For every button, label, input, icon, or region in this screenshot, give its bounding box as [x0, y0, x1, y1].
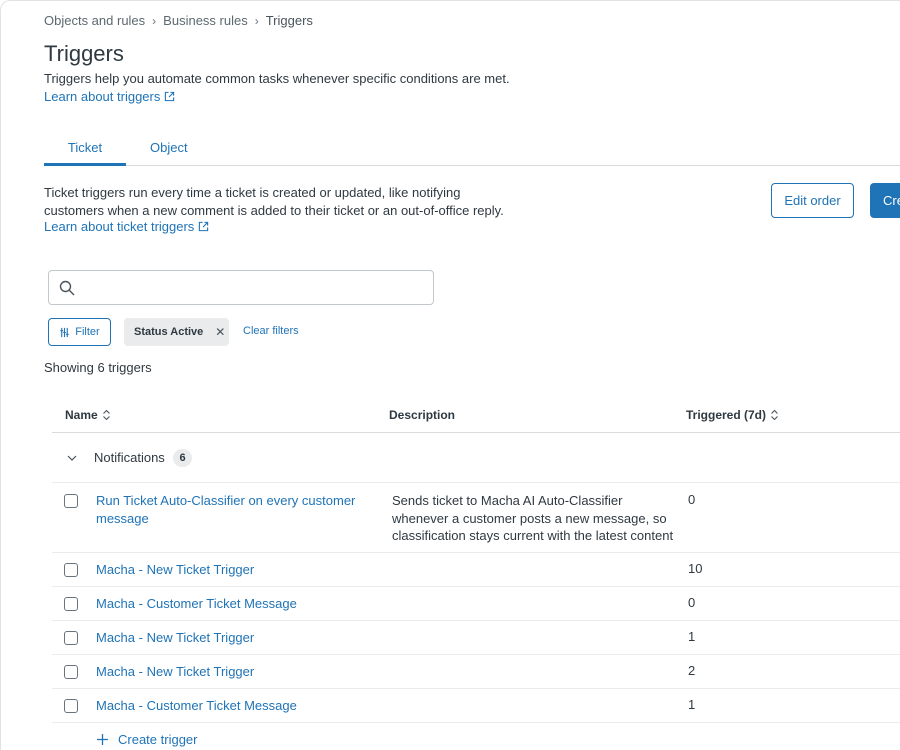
breadcrumb-current: Triggers [265, 13, 313, 28]
page-frame: Objects and rules › Business rules › Tri… [0, 0, 900, 750]
breadcrumb-business-rules[interactable]: Business rules [163, 13, 248, 28]
clear-filters-link[interactable]: Clear filters [243, 325, 299, 337]
ticket-triggers-description: Ticket triggers run every time a ticket … [44, 185, 504, 218]
triggered-count: 1 [688, 629, 696, 644]
sliders-icon [60, 327, 69, 337]
column-description-label: Description [389, 408, 456, 422]
filter-label: Filter [75, 326, 100, 338]
triggered-count: 10 [688, 561, 703, 576]
external-link-icon [165, 91, 175, 102]
column-header-name[interactable]: Name [65, 408, 111, 422]
chevron-right-icon: › [152, 13, 157, 28]
chevron-right-icon: › [254, 13, 259, 28]
trigger-name-link[interactable]: Macha - Customer Ticket Message [96, 595, 297, 613]
search-icon [59, 280, 75, 296]
row-checkbox[interactable] [64, 699, 78, 713]
table-row[interactable]: Macha - Customer Ticket Message 0 [52, 587, 900, 621]
trigger-name-link[interactable]: Macha - New Ticket Trigger [96, 561, 254, 579]
sort-icon [771, 409, 778, 421]
learn-about-triggers-label: Learn about triggers [44, 89, 161, 104]
breadcrumb-objects-and-rules[interactable]: Objects and rules [44, 13, 145, 28]
external-link-icon [199, 221, 209, 232]
trigger-name-link[interactable]: Run Ticket Auto-Classifier on every cust… [96, 492, 366, 527]
tab-ticket[interactable]: Ticket [44, 140, 126, 166]
learn-about-ticket-triggers-link[interactable]: Learn about ticket triggers [44, 219, 209, 234]
group-row-notifications[interactable]: Notifications 6 [52, 433, 900, 483]
trigger-name-link[interactable]: Macha - Customer Ticket Message [96, 697, 297, 715]
learn-about-triggers-link[interactable]: Learn about triggers [44, 89, 175, 104]
search-input[interactable] [83, 277, 423, 299]
chevron-down-icon[interactable] [66, 452, 78, 464]
triggered-count: 2 [688, 663, 696, 678]
group-label: Notifications [94, 450, 165, 465]
trigger-name-link[interactable]: Macha - New Ticket Trigger [96, 663, 254, 681]
create-trigger-button[interactable]: Cre [870, 183, 900, 218]
tab-object[interactable]: Object [150, 140, 188, 166]
breadcrumb: Objects and rules › Business rules › Tri… [44, 13, 313, 28]
column-triggered-label: Triggered (7d) [686, 408, 767, 422]
row-checkbox[interactable] [64, 597, 78, 611]
table-header: Name Description Triggered (7d) [52, 395, 900, 433]
table-row[interactable]: Run Ticket Auto-Classifier on every cust… [52, 483, 900, 553]
trigger-name-link[interactable]: Macha - New Ticket Trigger [96, 629, 254, 647]
results-count: Showing 6 triggers [44, 360, 152, 375]
learn-about-ticket-triggers-label: Learn about ticket triggers [44, 219, 195, 234]
status-active-chip: Status Active ✕ [124, 318, 229, 346]
create-trigger-label: Create trigger [118, 732, 198, 747]
trigger-description: Sends ticket to Macha AI Auto-Classifier… [392, 493, 674, 543]
table-row[interactable]: Macha - Customer Ticket Message 1 [52, 689, 900, 723]
row-checkbox[interactable] [64, 563, 78, 577]
filter-button[interactable]: Filter [48, 318, 111, 346]
tab-list: Ticket Object [44, 140, 900, 166]
row-checkbox[interactable] [64, 631, 78, 645]
row-checkbox[interactable] [64, 665, 78, 679]
page-title: Triggers [44, 41, 124, 66]
search-field[interactable] [48, 270, 434, 305]
row-checkbox[interactable] [64, 494, 78, 508]
create-trigger-link[interactable]: Create trigger [96, 732, 197, 747]
triggered-count: 1 [688, 697, 696, 712]
plus-icon [97, 734, 108, 745]
sort-icon [102, 409, 110, 421]
table-row[interactable]: Macha - New Ticket Trigger 1 [52, 621, 900, 655]
edit-order-button[interactable]: Edit order [771, 183, 854, 218]
close-icon[interactable]: ✕ [215, 325, 225, 339]
column-header-description: Description [389, 408, 455, 422]
table-row[interactable]: Macha - New Ticket Trigger 2 [52, 655, 900, 689]
column-name-label: Name [65, 408, 98, 422]
page-description: Triggers help you automate common tasks … [44, 71, 510, 86]
triggers-table: Name Description Triggered (7d) Notifica… [52, 395, 900, 723]
chip-label: Status Active [134, 326, 204, 338]
triggered-count: 0 [688, 492, 696, 507]
table-row[interactable]: Macha - New Ticket Trigger 10 [52, 553, 900, 587]
triggered-count: 0 [688, 595, 696, 610]
column-header-triggered[interactable]: Triggered (7d) [686, 408, 779, 422]
group-count-badge: 6 [173, 449, 192, 467]
